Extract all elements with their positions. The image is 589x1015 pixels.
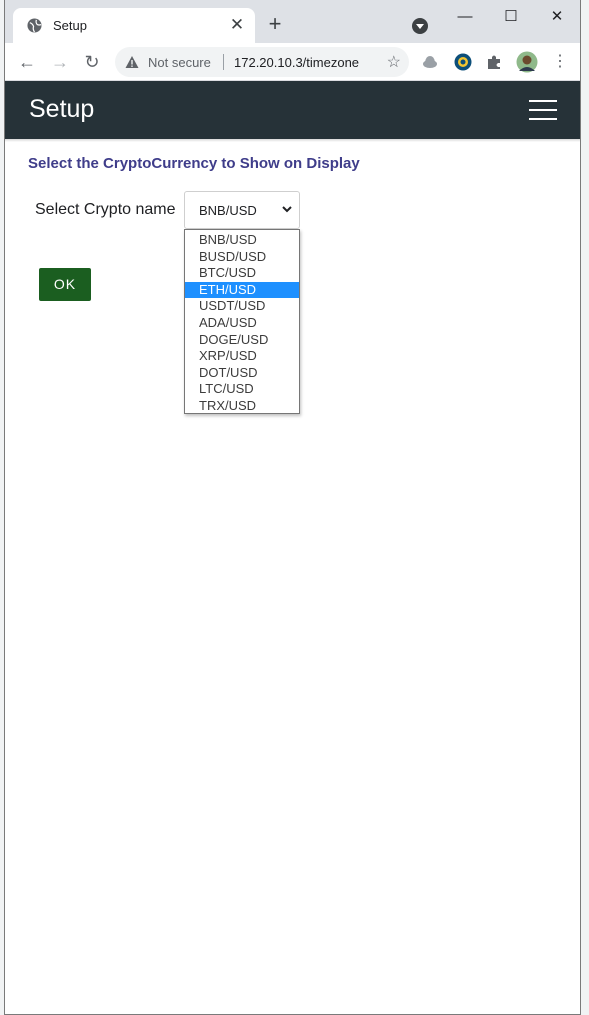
crypto-option[interactable]: TRX/USD xyxy=(185,398,299,415)
globe-icon xyxy=(27,18,42,33)
reload-icon[interactable]: ↻ xyxy=(80,50,104,74)
ok-button[interactable]: OK xyxy=(39,268,91,301)
browser-window: Setup ✕ + — ☐ ✕ ← → ↻ Not secure 172.20.… xyxy=(4,0,581,1015)
crypto-option[interactable]: USDT/USD xyxy=(185,298,299,315)
crypto-option[interactable]: ADA/USD xyxy=(185,315,299,332)
minimize-button[interactable]: — xyxy=(442,6,488,28)
header-shadow xyxy=(5,139,580,142)
crypto-option[interactable]: XRP/USD xyxy=(185,348,299,365)
tab-strip: Setup ✕ + — ☐ ✕ xyxy=(5,0,580,43)
bookmark-star-icon[interactable]: ☆ xyxy=(387,52,401,72)
url-text[interactable]: 172.20.10.3/timezone xyxy=(234,55,359,70)
crypto-select-label: Select Crypto name xyxy=(35,201,176,218)
app-title: Setup xyxy=(29,95,95,123)
profile-avatar-icon[interactable] xyxy=(516,51,538,73)
security-label[interactable]: Not secure xyxy=(148,55,211,70)
crypto-option[interactable]: BTC/USD xyxy=(185,265,299,282)
address-bar[interactable]: Not secure 172.20.10.3/timezone ☆ xyxy=(115,47,409,77)
close-window-button[interactable]: ✕ xyxy=(534,6,580,28)
hamburger-menu-icon[interactable] xyxy=(529,100,557,120)
crypto-options-list: BNB/USD BUSD/USD BTC/USD ETH/USD USDT/USD ADA… xyxy=(184,229,300,414)
app-header: Setup xyxy=(5,81,580,139)
crypto-option[interactable]: BNB/USD xyxy=(185,232,299,249)
crypto-select[interactable]: BNB/USD xyxy=(184,191,300,229)
tab-close-icon[interactable]: ✕ xyxy=(227,15,247,35)
page-heading: Select the CryptoCurrency to Show on Dis… xyxy=(28,155,360,172)
extension-badge-icon[interactable] xyxy=(454,53,472,71)
browser-toolbar: ← → ↻ Not secure 172.20.10.3/timezone ☆ xyxy=(5,43,580,81)
tab-search-icon[interactable] xyxy=(412,18,428,34)
crypto-option[interactable]: LTC/USD xyxy=(185,381,299,398)
chevron-down-icon xyxy=(282,206,292,213)
back-arrow-icon[interactable]: ← xyxy=(15,50,39,74)
background-edge-right xyxy=(581,0,589,1015)
tab-setup[interactable]: Setup ✕ xyxy=(13,8,255,43)
divider xyxy=(223,54,224,70)
incognito-extension-icon[interactable] xyxy=(421,53,439,71)
puzzle-icon[interactable] xyxy=(485,53,503,71)
crypto-option[interactable]: DOT/USD xyxy=(185,365,299,382)
tab-title: Setup xyxy=(53,18,87,33)
maximize-button[interactable]: ☐ xyxy=(488,6,534,28)
crypto-option[interactable]: ETH/USD xyxy=(185,281,299,299)
new-tab-button[interactable]: + xyxy=(263,12,287,36)
crypto-option[interactable]: BUSD/USD xyxy=(185,249,299,266)
crypto-option[interactable]: DOGE/USD xyxy=(185,332,299,349)
forward-arrow-icon[interactable]: → xyxy=(48,50,72,74)
crypto-select-value: BNB/USD xyxy=(199,203,257,218)
warning-icon[interactable] xyxy=(125,55,139,69)
menu-kebab-icon[interactable]: ⋮ xyxy=(548,50,572,74)
